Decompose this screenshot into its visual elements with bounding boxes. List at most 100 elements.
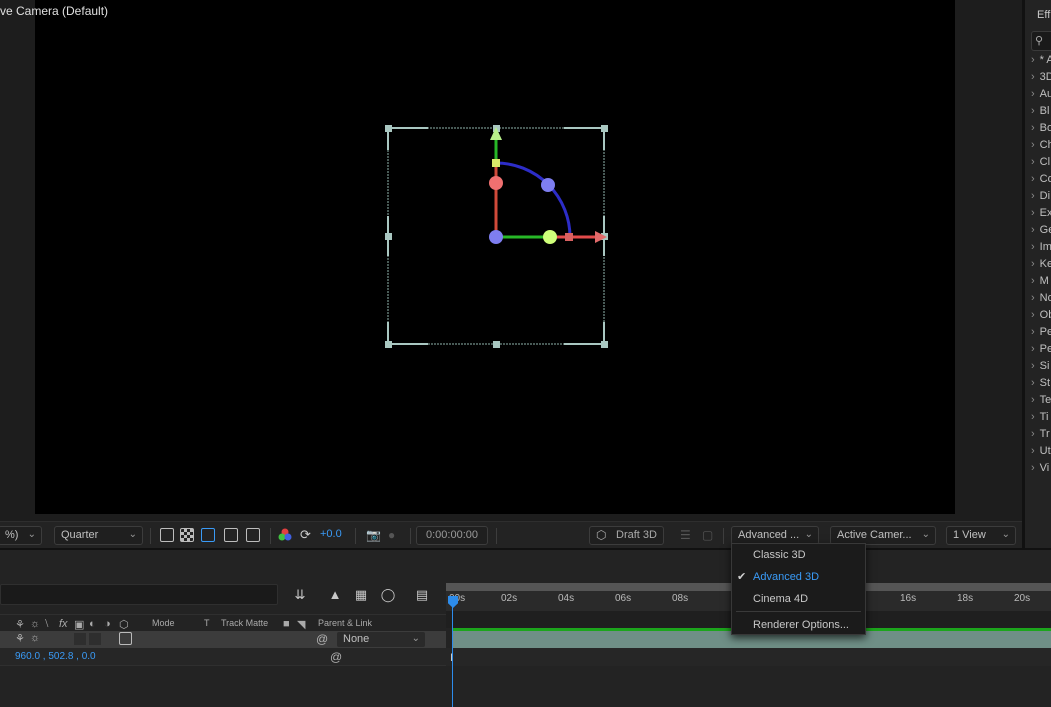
effects-category-item[interactable]: › Tr (1031, 428, 1050, 445)
effects-category-label: No (1039, 292, 1051, 304)
ground-plane-icon[interactable]: ☰ (680, 528, 691, 542)
effects-category-item[interactable]: › M (1031, 275, 1049, 292)
exposure-value[interactable]: +0.0 (320, 528, 342, 540)
renderer-option-cinema-4d[interactable]: Cinema 4D (732, 588, 865, 610)
effects-category-label: Ch (1039, 139, 1051, 151)
effects-category-item[interactable]: › Cl (1031, 156, 1050, 173)
current-time-field[interactable]: 0:00:00:00 (416, 526, 488, 545)
quality-switch-icon[interactable]: ⧵ (45, 618, 48, 631)
effects-category-label: Ut (1039, 445, 1051, 457)
effects-category-item[interactable]: › Ob (1031, 309, 1051, 326)
motion-blur-switch-icon[interactable]: ◐ (89, 618, 96, 630)
transparency-grid-icon[interactable] (180, 528, 194, 542)
safe-margins-icon[interactable] (224, 528, 238, 542)
show-snapshot-icon[interactable]: ● (388, 528, 395, 542)
effects-category-item[interactable]: › Si (1031, 360, 1049, 377)
effects-category-item[interactable]: › No (1031, 292, 1051, 309)
effects-category-item[interactable]: › Di (1031, 190, 1050, 207)
channels-icon[interactable] (278, 528, 292, 542)
chevron-right-icon: › (1031, 190, 1035, 202)
shy-layers-icon[interactable]: ▲ (327, 587, 343, 602)
effects-switch-icon[interactable]: fx (59, 618, 68, 630)
view-layout-dropdown[interactable]: 1 View ⌄ (946, 526, 1016, 545)
3d-layer-switch-icon[interactable]: ⬡ (119, 618, 129, 631)
effects-panel: Eff ⚲ › * A › 3D › Au › Bl › Bo › Ch › Cl › Co › Di › Ex › Ge… (1022, 0, 1051, 548)
effects-category-label: Pe (1039, 343, 1051, 355)
effects-category-item[interactable]: › Bl (1031, 105, 1049, 122)
effects-category-label: 3D (1039, 71, 1051, 83)
effects-category-item[interactable]: › Pe (1031, 326, 1051, 343)
graph-editor-icon[interactable]: ▤ (414, 587, 430, 602)
chevron-right-icon: › (1031, 462, 1035, 474)
parent-dropdown[interactable]: None ⌄ (336, 631, 426, 648)
draft-3d-toggle[interactable]: ⬡ Draft 3D (589, 526, 664, 545)
chevron-right-icon: › (1031, 241, 1035, 253)
frame-blend-cell[interactable] (74, 633, 86, 645)
effects-category-item[interactable]: › * A (1031, 54, 1051, 71)
expression-pick-whip-icon[interactable]: @ (330, 650, 342, 664)
effects-category-item[interactable]: › Ch (1031, 139, 1051, 156)
pick-whip-icon[interactable]: @ (316, 632, 328, 646)
timeline-search-input[interactable] (0, 584, 278, 605)
effects-category-item[interactable]: › Ex (1031, 207, 1051, 224)
renderer-options-item[interactable]: Renderer Options... (732, 614, 865, 636)
renderer-option-label: Cinema 4D (753, 593, 809, 605)
motion-blur-icon[interactable]: ◯ (380, 587, 396, 602)
effects-category-item[interactable]: › Co (1031, 173, 1051, 190)
effects-category-item[interactable]: › Vi (1031, 462, 1049, 479)
effects-category-item[interactable]: › Te (1031, 394, 1051, 411)
resolution-dropdown[interactable]: Quarter ⌄ (54, 526, 143, 545)
gizmo-overlay[interactable] (35, 0, 955, 514)
frame-blending-icon[interactable]: ▦ (353, 587, 369, 602)
guides-icon[interactable] (246, 528, 260, 542)
layer-row[interactable]: ⚘ ☼ @ None ⌄ (0, 631, 446, 648)
chevron-down-icon: ⌄ (128, 529, 137, 540)
snapshot-icon[interactable]: 📷 (366, 528, 381, 542)
ruler-tick-label: 04s (558, 593, 575, 604)
renderer-option-advanced-3d[interactable]: ✔ Advanced 3D (732, 566, 865, 588)
effects-category-item[interactable]: › Ge (1031, 224, 1051, 241)
effects-category-item[interactable]: › Im (1031, 241, 1051, 258)
shy-switch-icon[interactable]: ⚘ (15, 618, 25, 631)
position-value[interactable]: 960.0 , 502.8 , 0.0 (15, 651, 96, 662)
effects-category-item[interactable]: › Ti (1031, 411, 1048, 428)
reset-exposure-icon[interactable]: ⟳ (300, 527, 311, 543)
anchor-point (489, 230, 503, 244)
effects-tab[interactable]: Eff (1037, 9, 1050, 21)
motion-blur-cell[interactable] (89, 633, 101, 645)
frame-blend-switch-icon[interactable]: ▣ (74, 618, 84, 631)
viewer-title: ve Camera (Default) (0, 4, 109, 18)
playhead-line[interactable] (452, 600, 453, 707)
renderer-option-classic-3d[interactable]: Classic 3D (732, 544, 865, 566)
chevron-down-icon: ⌄ (411, 633, 420, 644)
renderer-value: Advanced ... (738, 529, 800, 541)
chevron-right-icon: › (1031, 445, 1035, 457)
effects-search-input[interactable]: ⚲ (1031, 31, 1051, 51)
effects-category-item[interactable]: › Bo (1031, 122, 1051, 139)
chevron-right-icon: › (1031, 377, 1035, 389)
zoom-dropdown[interactable]: %) ⌄ (0, 526, 42, 545)
effects-category-item[interactable]: › St (1031, 377, 1050, 394)
position-property-row[interactable]: 960.0 , 502.8 , 0.0 @ (0, 648, 446, 666)
region-of-interest-icon[interactable] (160, 528, 174, 542)
effects-category-item[interactable]: › Ke (1031, 258, 1051, 275)
effects-category-label: Bl (1039, 105, 1050, 117)
effects-category-item[interactable]: › Pe (1031, 343, 1051, 360)
adjustment-switch-icon[interactable]: ◑ (104, 618, 111, 630)
composition-flowchart-icon[interactable]: ⇊ (292, 587, 308, 602)
shy-switch-icon[interactable]: ⚘ (15, 632, 25, 645)
mask-visibility-icon[interactable] (201, 528, 215, 542)
composition-canvas[interactable] (35, 0, 955, 514)
ruler-tick-label: 20s (1014, 593, 1031, 604)
rotation-arc (495, 161, 572, 238)
ruler-tick-label: 02s (501, 593, 518, 604)
effects-category-item[interactable]: › 3D (1031, 71, 1051, 88)
collapse-switch-icon[interactable]: ☼ (30, 618, 40, 630)
effects-category-label: Ke (1039, 258, 1051, 270)
3d-layer-toggle[interactable] (119, 632, 132, 645)
effects-category-item[interactable]: › Ut (1031, 445, 1051, 462)
chevron-right-icon: › (1031, 173, 1035, 185)
effects-category-item[interactable]: › Au (1031, 88, 1051, 105)
extended-viewer-icon[interactable]: ▢ (702, 528, 713, 542)
collapse-switch-icon[interactable]: ☼ (30, 632, 40, 644)
